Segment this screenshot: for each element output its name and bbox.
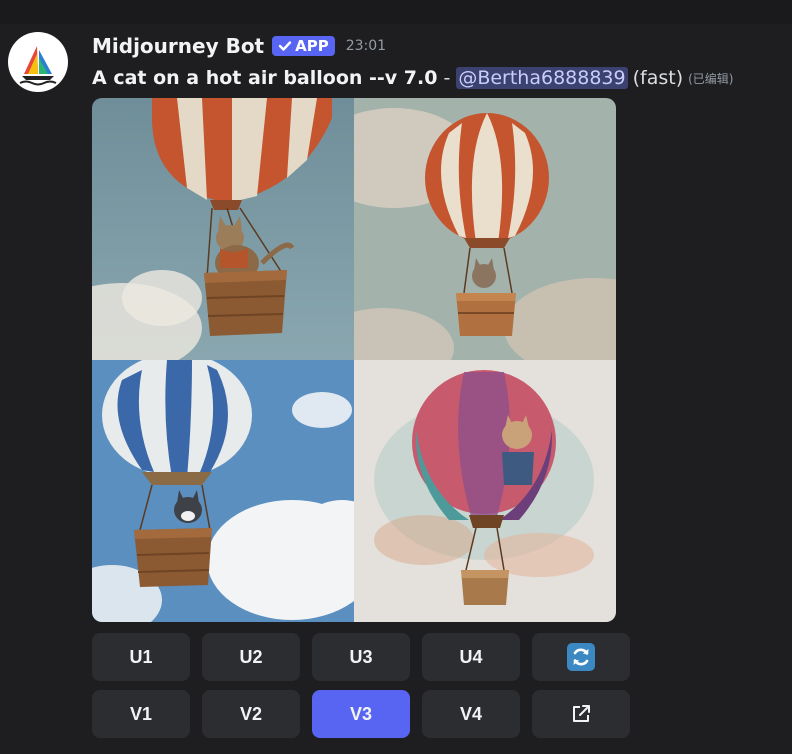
- author-name[interactable]: Midjourney Bot: [92, 34, 264, 58]
- external-link-icon: [573, 705, 590, 722]
- message-content: A cat on a hot air balloon --v 7.0 - @Be…: [92, 64, 734, 92]
- separator: -: [443, 67, 451, 89]
- message-header: Midjourney Bot APP 23:01: [92, 32, 386, 60]
- image-grid[interactable]: [92, 98, 616, 622]
- prompt-text: A cat on a hot air balloon --v 7.0: [92, 67, 438, 89]
- message-timestamp: 23:01: [345, 38, 387, 54]
- variation-button-2[interactable]: V2: [202, 690, 300, 738]
- checkmark-icon: [278, 41, 292, 51]
- variation-button-1[interactable]: V1: [92, 690, 190, 738]
- upscale-button-1[interactable]: U1: [92, 633, 190, 681]
- upscale-button-2[interactable]: U2: [202, 633, 300, 681]
- generation-mode: (fast): [632, 67, 684, 89]
- reroll-button[interactable]: [532, 633, 630, 681]
- app-badge: APP: [272, 36, 335, 56]
- upscale-button-4[interactable]: U4: [422, 633, 520, 681]
- user-mention[interactable]: @Bertha6888839: [456, 67, 628, 89]
- edited-indicator: (已编辑): [688, 71, 734, 86]
- refresh-icon: [567, 643, 595, 671]
- midjourney-sailboat-icon: [19, 46, 57, 86]
- variation-button-4[interactable]: V4: [422, 690, 520, 738]
- cat-balloon-image-3[interactable]: [92, 360, 354, 622]
- app-badge-label: APP: [295, 37, 329, 55]
- variation-button-3[interactable]: V3: [312, 690, 410, 738]
- upscale-button-3[interactable]: U3: [312, 633, 410, 681]
- cat-balloon-image-4[interactable]: [354, 360, 616, 622]
- cat-balloon-image-1[interactable]: [92, 98, 354, 360]
- cat-balloon-image-2[interactable]: [354, 98, 616, 360]
- channel-top-bar: [0, 0, 792, 24]
- open-in-browser-button[interactable]: [532, 690, 630, 738]
- bot-avatar[interactable]: [8, 32, 68, 92]
